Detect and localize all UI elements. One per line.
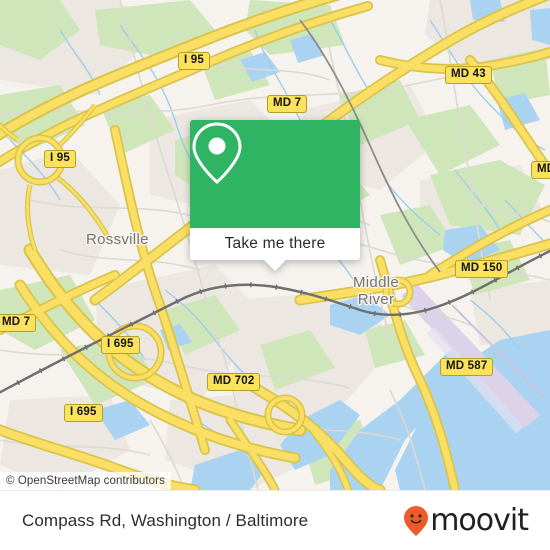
road-shield: I 95 [44, 150, 76, 168]
road-shield: MD 43 [445, 66, 492, 84]
location-title: Compass Rd, Washington / Baltimore [22, 510, 309, 530]
map-screen: I 95 MD 7 MD 43 I 95 MD MD 150 MD 7 I 69… [0, 0, 550, 550]
place-label-line: River [357, 291, 395, 308]
map-canvas[interactable]: I 95 MD 7 MD 43 I 95 MD MD 150 MD 7 I 69… [0, 0, 550, 490]
place-label-middle-river: Middle River [353, 274, 399, 308]
road-shield: MD 702 [207, 373, 261, 391]
destination-callout[interactable]: Take me there [190, 120, 360, 271]
moovit-smiley-pin-icon [404, 505, 429, 536]
road-shield: MD 7 [0, 314, 37, 332]
place-label-rossville: Rossville [86, 231, 149, 248]
road-shield: MD 587 [440, 358, 494, 376]
callout-action[interactable]: Take me there [190, 228, 360, 271]
map-attribution[interactable]: © OpenStreetMap contributors [0, 472, 171, 490]
callout-action-label: Take me there [224, 235, 326, 252]
road-shield: MD [531, 161, 550, 179]
callout-tail [264, 260, 286, 271]
footer-bar: Compass Rd, Washington / Baltimore moovi… [0, 490, 550, 550]
location-pin-icon [192, 122, 242, 185]
moovit-wordmark: moovit [430, 502, 529, 538]
road-shield: I 95 [178, 52, 210, 70]
moovit-logo: moovit [403, 502, 529, 538]
road-shield: I 695 [64, 404, 103, 422]
place-label-line: Middle [353, 274, 399, 291]
road-shield: MD 150 [455, 260, 509, 278]
callout-pin-area [190, 120, 360, 228]
road-shield: MD 7 [267, 95, 308, 113]
road-shield: I 695 [101, 336, 140, 354]
